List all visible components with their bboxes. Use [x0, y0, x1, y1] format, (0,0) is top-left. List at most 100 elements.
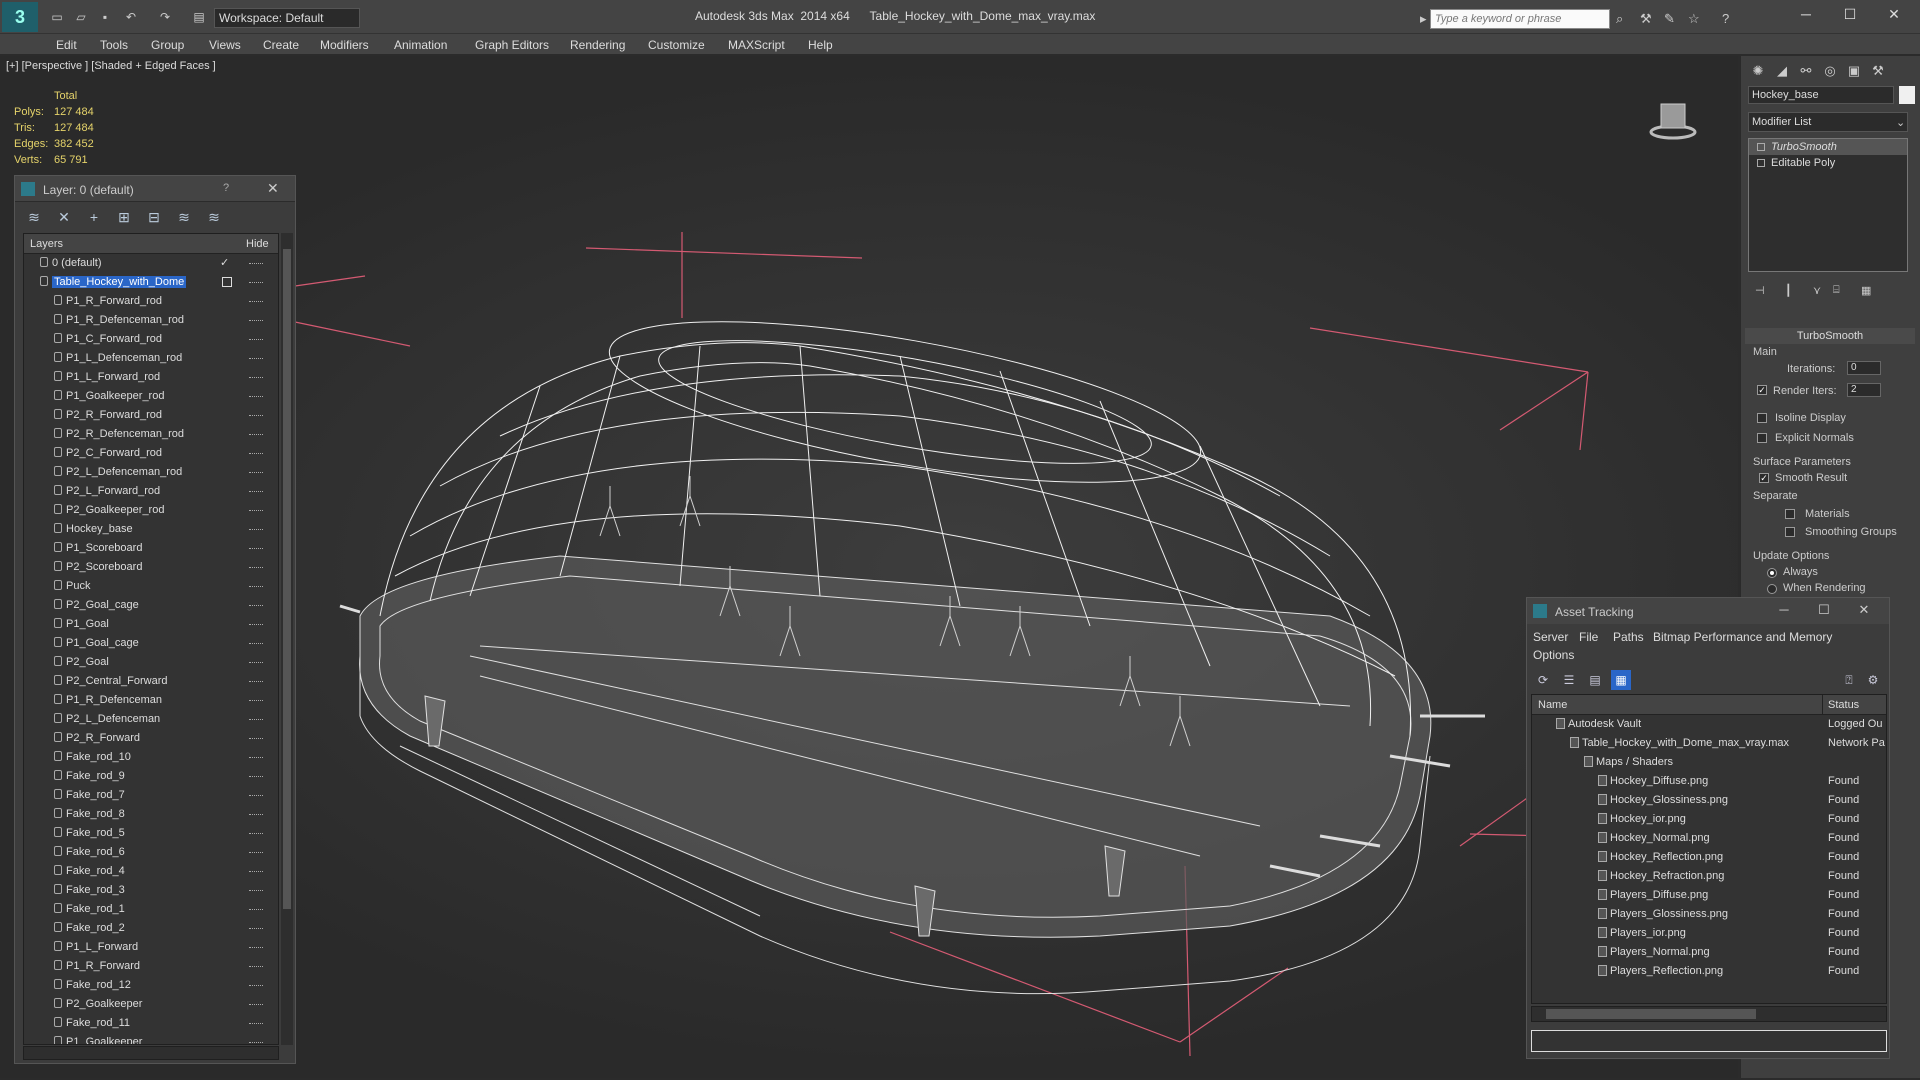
- asset-table[interactable]: Name Status Autodesk Vault Logged Ou Table…: [1531, 694, 1887, 1004]
- materials-checkbox[interactable]: [1785, 509, 1795, 519]
- asset-row[interactable]: Players_Reflection.png Found: [1532, 962, 1886, 981]
- smoothing-groups-checkbox[interactable]: [1785, 527, 1795, 537]
- layer-row[interactable]: P2_Goalkeeper: [24, 995, 278, 1014]
- favorites-star-icon[interactable]: ☆: [1688, 11, 1700, 27]
- minimize-button[interactable]: ─: [1786, 6, 1826, 26]
- configure-sets-icon[interactable]: ▦: [1861, 284, 1871, 297]
- column-hide[interactable]: Hide: [246, 238, 269, 250]
- layer-row[interactable]: Puck: [24, 577, 278, 596]
- stack-item-turbosmooth[interactable]: TurboSmooth: [1749, 139, 1907, 155]
- hide-toggle[interactable]: [249, 529, 263, 530]
- menu-options[interactable]: Options: [1533, 648, 1574, 662]
- layer-row[interactable]: P1_L_Forward: [24, 938, 278, 957]
- menu-modifiers[interactable]: Modifiers: [320, 38, 369, 52]
- new-file-icon[interactable]: ▭: [50, 10, 64, 24]
- list-view-icon[interactable]: ☰: [1559, 670, 1579, 690]
- asset-row[interactable]: Players_ior.png Found: [1532, 924, 1886, 943]
- layer-panel-titlebar[interactable]: Layer: 0 (default) ? ✕: [15, 176, 295, 202]
- menu-tools[interactable]: Tools: [100, 38, 128, 52]
- minimize-button[interactable]: ─: [1767, 602, 1801, 620]
- close-button[interactable]: ✕: [1874, 6, 1914, 26]
- layer-row[interactable]: P1_Scoreboard: [24, 539, 278, 558]
- hide-toggle[interactable]: [249, 1004, 263, 1005]
- hide-toggle[interactable]: [249, 624, 263, 625]
- hide-toggle[interactable]: [249, 795, 263, 796]
- hide-toggle[interactable]: [249, 681, 263, 682]
- asset-row[interactable]: Hockey_Glossiness.png Found: [1532, 791, 1886, 810]
- layer-row[interactable]: P1_Goalkeeper: [24, 1033, 278, 1044]
- hide-toggle[interactable]: [249, 1042, 263, 1043]
- delete-layer-icon[interactable]: ✕: [55, 209, 73, 225]
- layer-horizontal-scrollbar[interactable]: [23, 1046, 279, 1060]
- menu-animation[interactable]: Animation: [394, 38, 447, 52]
- table-view-icon[interactable]: ▦: [1611, 670, 1631, 690]
- column-status[interactable]: Status: [1828, 699, 1859, 711]
- asset-row[interactable]: Players_Normal.png Found: [1532, 943, 1886, 962]
- hide-toggle[interactable]: [249, 643, 263, 644]
- asset-row[interactable]: Table_Hockey_with_Dome_max_vray.max Netwo…: [1532, 734, 1886, 753]
- search-input[interactable]: Type a keyword or phrase: [1430, 9, 1610, 29]
- layer-row[interactable]: Fake_rod_4: [24, 862, 278, 881]
- settings-icon[interactable]: ⚙: [1863, 670, 1883, 690]
- object-color-swatch[interactable]: [1899, 86, 1915, 104]
- layer-row[interactable]: P2_C_Forward_rod: [24, 444, 278, 463]
- when-rendering-radio[interactable]: [1767, 584, 1777, 594]
- app-logo-icon[interactable]: 3: [2, 2, 38, 32]
- asset-row[interactable]: Hockey_Reflection.png Found: [1532, 848, 1886, 867]
- column-name[interactable]: Name: [1538, 699, 1567, 711]
- help-icon[interactable]: ?: [1722, 11, 1729, 26]
- layer-row[interactable]: Fake_rod_3: [24, 881, 278, 900]
- menu-paths[interactable]: Paths: [1613, 630, 1644, 644]
- hide-toggle[interactable]: [249, 947, 263, 948]
- hide-toggle[interactable]: [249, 776, 263, 777]
- menu-help[interactable]: Help: [808, 38, 833, 52]
- close-icon[interactable]: ✕: [267, 180, 279, 197]
- hide-toggle[interactable]: [249, 1023, 263, 1024]
- layer-row[interactable]: Fake_rod_8: [24, 805, 278, 824]
- layer-row[interactable]: Hockey_base: [24, 520, 278, 539]
- hide-toggle[interactable]: [249, 453, 263, 454]
- layer-row[interactable]: Fake_rod_5: [24, 824, 278, 843]
- asset-row[interactable]: Hockey_Normal.png Found: [1532, 829, 1886, 848]
- smooth-result-checkbox[interactable]: ✓: [1759, 473, 1769, 483]
- pin-stack-icon[interactable]: ⊣: [1755, 284, 1765, 297]
- layer-row[interactable]: P2_L_Forward_rod: [24, 482, 278, 501]
- layer-row[interactable]: Fake_rod_6: [24, 843, 278, 862]
- layer-row[interactable]: P2_Goal: [24, 653, 278, 672]
- menu-bitmap-performance[interactable]: Bitmap Performance and Memory: [1653, 630, 1832, 644]
- layer-list[interactable]: Layers Hide 0 (default) ✓ Table_Hockey_wit…: [23, 233, 279, 1045]
- explicit-normals-checkbox[interactable]: [1757, 433, 1767, 443]
- turbosmooth-rollout[interactable]: TurboSmooth: [1745, 328, 1915, 344]
- hierarchy-tab-icon[interactable]: ⚯: [1795, 60, 1817, 82]
- hide-toggle[interactable]: [249, 757, 263, 758]
- layer-row[interactable]: Fake_rod_2: [24, 919, 278, 938]
- hide-toggle[interactable]: [249, 472, 263, 473]
- layer-row[interactable]: P2_R_Forward: [24, 729, 278, 748]
- redo-icon[interactable]: ↷: [158, 10, 172, 24]
- lightbulb-icon[interactable]: [1757, 143, 1765, 151]
- layer-row[interactable]: P2_L_Defenceman_rod: [24, 463, 278, 482]
- highlight-layer-icon[interactable]: ⊟: [145, 209, 163, 225]
- create-layer-icon[interactable]: ≋: [25, 209, 43, 225]
- asset-row[interactable]: Hockey_Diffuse.png Found: [1532, 772, 1886, 791]
- layer-row[interactable]: Fake_rod_10: [24, 748, 278, 767]
- hide-toggle[interactable]: [249, 491, 263, 492]
- hide-toggle[interactable]: [249, 434, 263, 435]
- modifier-stack[interactable]: TurboSmooth Editable Poly: [1748, 138, 1908, 272]
- maximize-button[interactable]: ☐: [1830, 6, 1870, 26]
- hide-all-icon[interactable]: ≋: [175, 209, 193, 225]
- render-iters-spinner[interactable]: 2: [1847, 383, 1881, 397]
- make-unique-icon[interactable]: ⋎: [1813, 284, 1821, 297]
- layer-vertical-scrollbar[interactable]: [281, 233, 293, 1045]
- refresh-icon[interactable]: ⟳: [1533, 670, 1553, 690]
- layer-row[interactable]: Table_Hockey_with_Dome: [24, 273, 278, 292]
- motion-tab-icon[interactable]: ◎: [1819, 60, 1841, 82]
- hide-toggle[interactable]: [249, 282, 263, 283]
- stack-item-editable-poly[interactable]: Editable Poly: [1749, 155, 1907, 171]
- hide-toggle[interactable]: [249, 320, 263, 321]
- hide-toggle[interactable]: [249, 263, 263, 264]
- hide-toggle[interactable]: [249, 719, 263, 720]
- menu-edit[interactable]: Edit: [56, 38, 77, 52]
- current-layer-check-icon[interactable]: ✓: [220, 256, 229, 269]
- chevron-down-icon[interactable]: ⌄: [1896, 116, 1905, 129]
